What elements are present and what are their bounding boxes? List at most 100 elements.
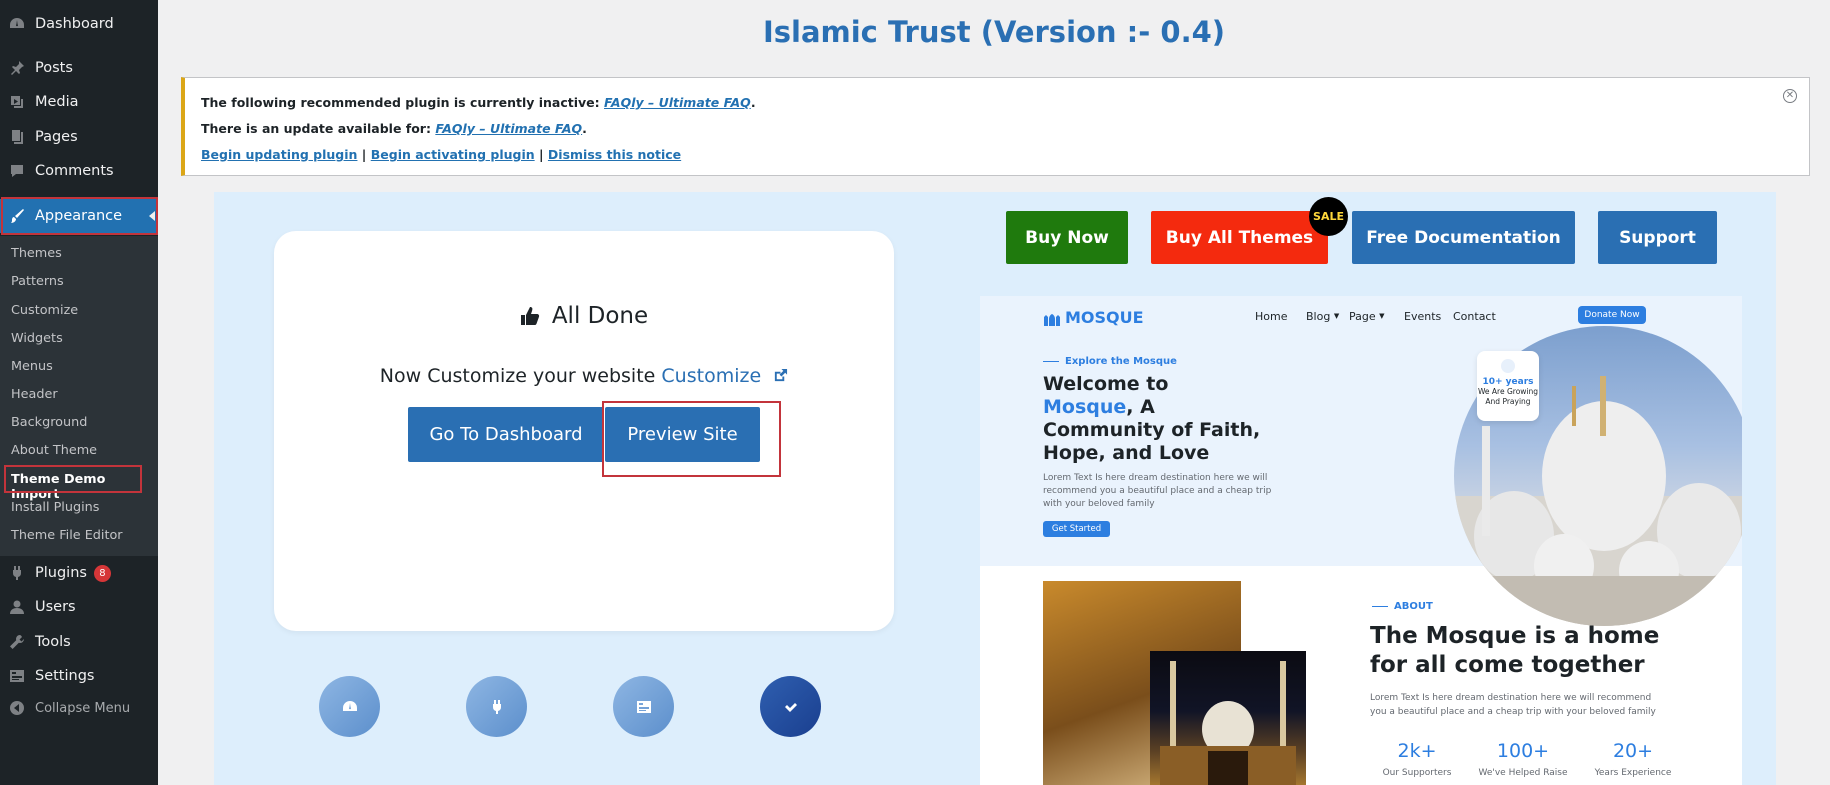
stat-number: 2k+: [1397, 740, 1437, 762]
submenu-themes[interactable]: Themes: [11, 246, 62, 261]
comment-icon: [8, 162, 26, 180]
years-text: We Are Growing And Praying: [1477, 387, 1539, 406]
dismiss-notice-link[interactable]: Dismiss this notice: [548, 147, 681, 162]
submenu-patterns[interactable]: Patterns: [11, 274, 64, 289]
plugin-link-update[interactable]: FAQly – Ultimate FAQ: [435, 121, 582, 136]
notice-line-inactive: The following recommended plugin is curr…: [201, 95, 756, 110]
sidebar-item-label: Collapse Menu: [35, 700, 131, 716]
preview-site-button[interactable]: Preview Site: [605, 407, 760, 462]
mosque-night-image: [1150, 651, 1306, 785]
sidebar-item-label: Pages: [35, 129, 78, 145]
sidebar-item-comments[interactable]: Comments: [0, 154, 158, 188]
sidebar-item-tools[interactable]: Tools: [0, 625, 158, 659]
stat-label: Our Supporters: [1382, 768, 1452, 778]
brush-icon: [8, 207, 26, 225]
submenu-theme-demo-import[interactable]: Theme Demo Import: [11, 472, 158, 502]
years-number: 10+ years: [1482, 377, 1534, 387]
sidebar-item-label: Tools: [35, 634, 71, 650]
begin-activating-plugin-link[interactable]: Begin activating plugin: [371, 147, 535, 162]
stat-helped-raise: 100+ We've Helped Raise: [1473, 740, 1573, 778]
all-done-card: All Done Now Customize your website Cust…: [274, 231, 894, 631]
sidebar-item-label: Comments: [35, 163, 114, 179]
stat-number: 20+: [1612, 740, 1654, 762]
admin-sidebar: Dashboard Posts Media Pages Comments App…: [0, 0, 158, 785]
submenu-widgets[interactable]: Widgets: [11, 331, 63, 346]
plugins-update-badge: 8: [93, 564, 111, 582]
sidebar-item-media[interactable]: Media: [0, 85, 158, 119]
step-dashboard[interactable]: [319, 676, 380, 737]
customize-link[interactable]: Customize: [661, 365, 761, 387]
submenu-install-plugins[interactable]: Install Plugins: [11, 500, 99, 515]
submenu-theme-file-editor[interactable]: Theme File Editor: [11, 528, 123, 543]
preview-nav-events: Events: [1404, 310, 1442, 323]
sidebar-item-label: Settings: [35, 668, 95, 684]
notice-text: The following recommended plugin is curr…: [201, 95, 604, 110]
separator: |: [357, 147, 371, 162]
submenu-customize[interactable]: Customize: [11, 303, 78, 318]
customize-prefix: Now Customize your website: [379, 365, 662, 387]
preview-logo: MOSQUE: [1043, 308, 1144, 327]
sidebar-item-label: Appearance: [35, 208, 123, 224]
sidebar-item-posts[interactable]: Posts: [0, 51, 158, 85]
preview-hero: MOSQUE Home Blog ▼ Page ▼ Events Contact…: [980, 296, 1742, 626]
content-icon: [636, 700, 651, 713]
preview-donate-button: Donate Now: [1578, 306, 1646, 324]
all-done-text: All Done: [551, 303, 649, 329]
sale-badge: SALE: [1309, 197, 1348, 236]
submenu-header[interactable]: Header: [11, 387, 58, 402]
mosque-icon: [1044, 313, 1060, 326]
buy-all-themes-button[interactable]: Buy All Themes: [1151, 211, 1328, 264]
mosque-mini-icon: [1501, 359, 1515, 373]
pages-icon: [8, 128, 26, 146]
sidebar-item-users[interactable]: Users: [0, 590, 158, 624]
submenu-about-theme[interactable]: About Theme: [11, 443, 97, 458]
sidebar-item-label: Media: [35, 94, 79, 110]
settings-icon: [8, 667, 26, 685]
free-documentation-button[interactable]: Free Documentation: [1352, 211, 1575, 264]
pin-icon: [8, 59, 26, 77]
hero-title-part: Welcome to: [1043, 373, 1169, 395]
separator: |: [534, 147, 548, 162]
preview-hero-title: Welcome to Mosque, A Community of Faith,…: [1043, 373, 1263, 465]
dashboard-icon: [8, 15, 26, 33]
sidebar-item-label: Plugins: [35, 565, 87, 581]
external-link-icon[interactable]: [773, 368, 788, 383]
sidebar-item-settings[interactable]: Settings: [0, 659, 158, 693]
night-mosque-illustration: [1160, 661, 1296, 785]
submenu-background[interactable]: Background: [11, 415, 87, 430]
step-done[interactable]: [760, 676, 821, 737]
notice-text: There is an update available for:: [201, 121, 436, 136]
preview-about-eyebrow: ABOUT: [1372, 601, 1433, 612]
sidebar-item-pages[interactable]: Pages: [0, 120, 158, 154]
step-demo-content[interactable]: [613, 676, 674, 737]
close-icon[interactable]: ✕: [1783, 89, 1797, 103]
preview-nav-page: Page ▼: [1349, 310, 1385, 323]
preview-nav-label: Page: [1349, 310, 1376, 323]
hero-title-highlight: Mosque: [1043, 396, 1127, 418]
preview-nav-home: Home: [1255, 310, 1288, 323]
support-button[interactable]: Support: [1598, 211, 1717, 264]
sidebar-item-appearance[interactable]: Appearance: [0, 199, 158, 233]
appearance-submenu: Themes Patterns Customize Widgets Menus …: [0, 236, 158, 556]
plugin-icon: [8, 564, 26, 582]
preview-hero-text: Lorem Text Is here dream destination her…: [1043, 473, 1272, 509]
collapse-menu-button[interactable]: Collapse Menu: [0, 691, 158, 725]
go-to-dashboard-button[interactable]: Go To Dashboard: [408, 407, 604, 462]
stat-label: We've Helped Raise: [1478, 768, 1568, 778]
dashboard-icon: [342, 700, 357, 711]
submenu-menus[interactable]: Menus: [11, 359, 53, 374]
begin-updating-plugin-link[interactable]: Begin updating plugin: [201, 147, 357, 162]
sidebar-item-plugins[interactable]: Plugins 8: [0, 556, 158, 590]
plugin-link-inactive[interactable]: FAQly – Ultimate FAQ: [604, 95, 751, 110]
preview-get-started-button: Get Started: [1043, 521, 1110, 537]
notice-period: .: [582, 121, 587, 136]
buy-now-button[interactable]: Buy Now: [1006, 211, 1128, 264]
preview-logo-text: MOSQUE: [1065, 308, 1144, 327]
sidebar-item-label: Posts: [35, 60, 73, 76]
plugin-icon: [492, 699, 501, 714]
sidebar-item-dashboard[interactable]: Dashboard: [0, 7, 158, 41]
caret-down-icon: ▼: [1333, 312, 1340, 320]
years-card: 10+ years We Are Growing And Praying: [1477, 351, 1539, 421]
page-title: Islamic Trust (Version :- 0.4): [762, 15, 1226, 49]
step-plugins[interactable]: [466, 676, 527, 737]
